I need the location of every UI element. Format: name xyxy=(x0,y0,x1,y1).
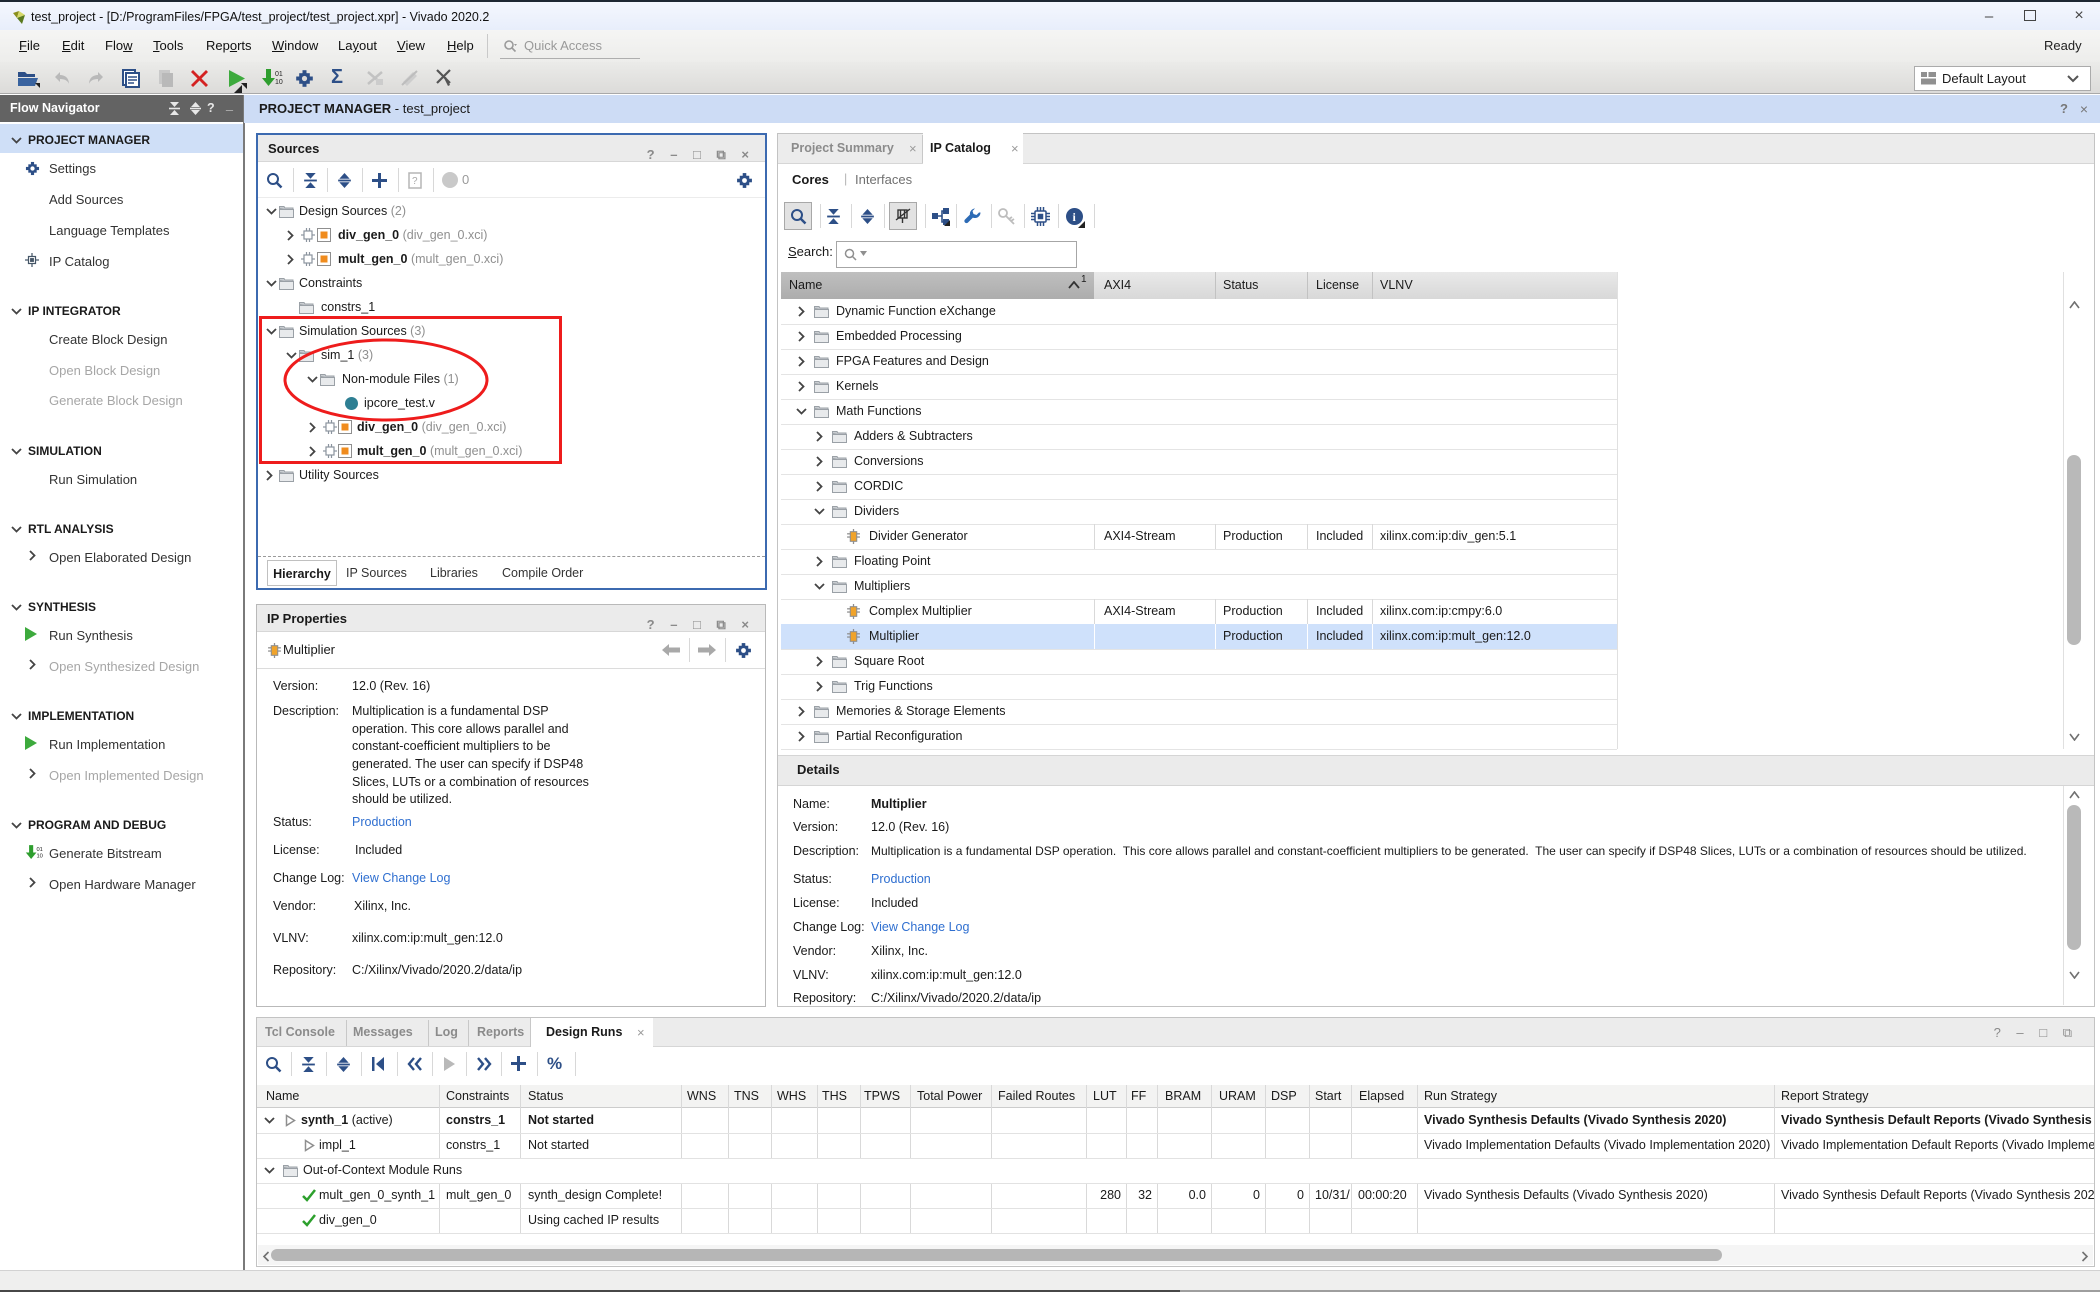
svg-text:?: ? xyxy=(412,176,418,187)
svg-text:01: 01 xyxy=(275,71,283,78)
svg-text:01: 01 xyxy=(36,847,42,853)
svg-text:10: 10 xyxy=(275,79,283,86)
svg-text:10: 10 xyxy=(36,853,42,859)
